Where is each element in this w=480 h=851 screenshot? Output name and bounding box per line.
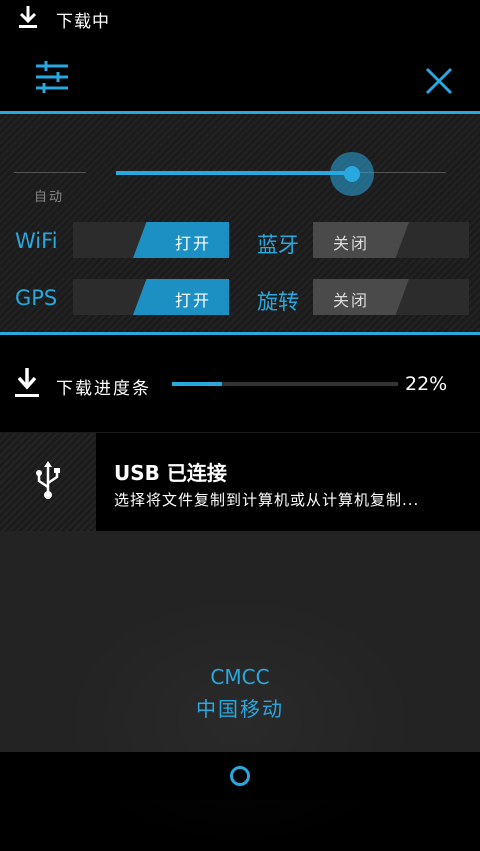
brightness-fill (116, 171, 352, 175)
gps-state: 打开 (174, 291, 211, 310)
download-label: 下载进度条 (56, 379, 151, 399)
usb-subtitle: 选择将文件复制到计算机或从计算机复制... (114, 491, 420, 509)
download-progress-bar (172, 382, 398, 386)
auto-brightness-label[interactable]: 自动 (34, 186, 64, 205)
carrier-area: CMCC 中国移动 (0, 531, 480, 851)
home-circle-icon[interactable] (230, 766, 250, 786)
download-icon (19, 6, 37, 28)
carrier-name-cn: 中国移动 (196, 697, 284, 721)
carrier-name: CMCC (210, 665, 270, 689)
usb-icon (36, 461, 60, 499)
rotation-label: 旋转 (257, 290, 299, 314)
download-icon (15, 368, 39, 397)
settings-sliders-icon[interactable] (32, 60, 72, 94)
notification-header (0, 34, 480, 112)
close-icon[interactable] (422, 64, 456, 98)
rotation-state: 关闭 (333, 291, 370, 310)
status-text: 下载中 (56, 12, 110, 32)
usb-title: USB 已连接 (114, 461, 227, 485)
divider-bottom (0, 332, 480, 335)
bluetooth-label: 蓝牙 (257, 233, 299, 257)
wifi-toggle[interactable]: 打开 (73, 222, 229, 258)
usb-icon-box (0, 433, 96, 531)
brightness-thumb[interactable] (344, 166, 360, 182)
wifi-label: WiFi (15, 229, 58, 253)
download-progress-fill (172, 382, 222, 386)
gps-toggle[interactable]: 打开 (73, 279, 229, 315)
rotation-toggle[interactable]: 关闭 (313, 279, 469, 315)
status-bar: 下载中 (0, 0, 480, 34)
bluetooth-toggle[interactable]: 关闭 (313, 222, 469, 258)
usb-notification[interactable]: USB 已连接 选择将文件复制到计算机或从计算机复制... (0, 432, 480, 532)
auto-divider (14, 172, 86, 173)
download-notification[interactable]: 下载进度条 22% (0, 336, 480, 432)
wifi-state: 打开 (174, 234, 211, 253)
bluetooth-state: 关闭 (333, 234, 370, 253)
download-percent: 22% (405, 373, 448, 395)
bottom-bar (0, 752, 480, 800)
gps-label: GPS (15, 286, 58, 310)
